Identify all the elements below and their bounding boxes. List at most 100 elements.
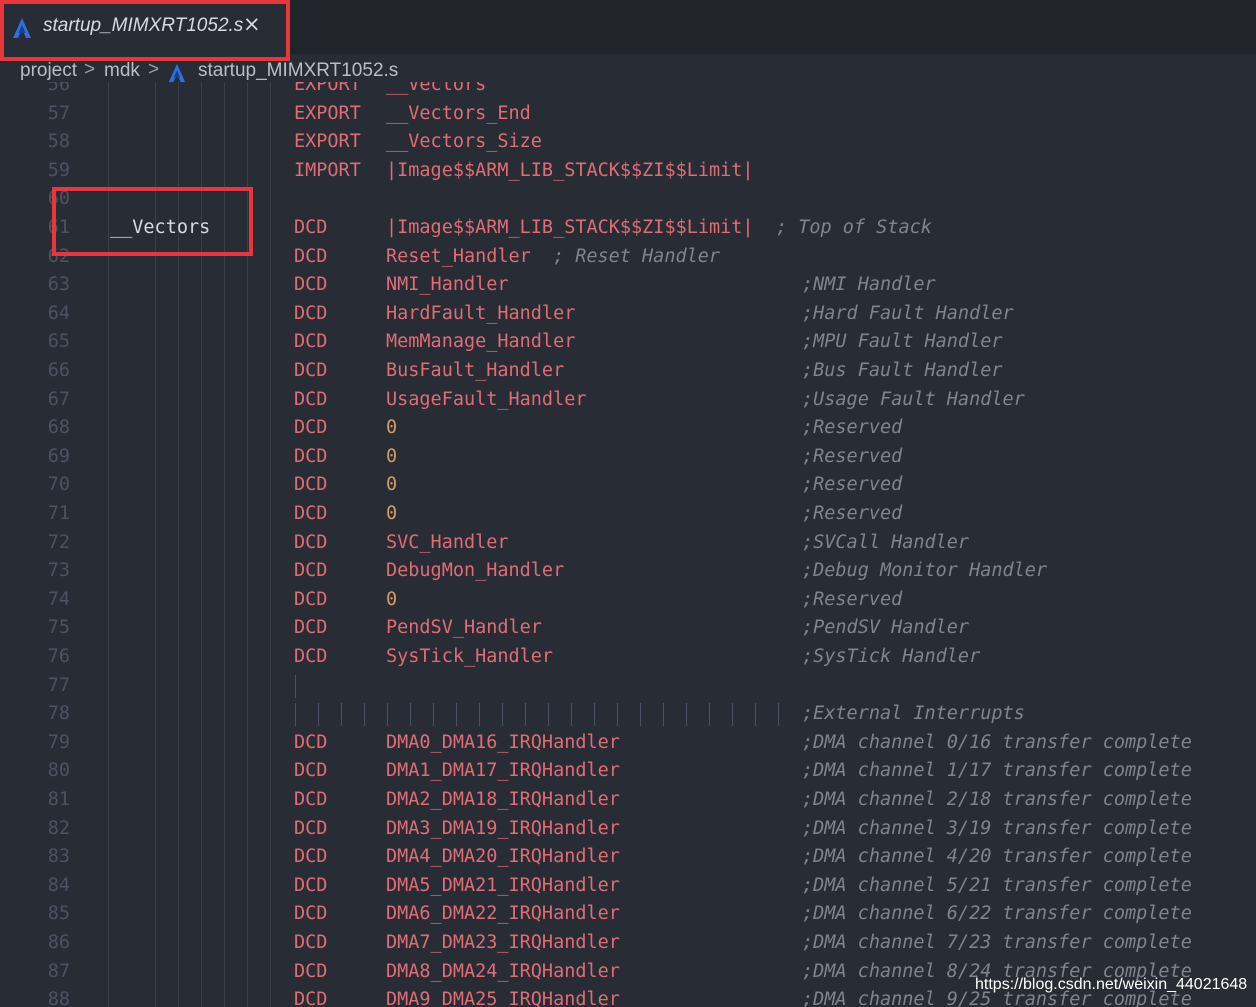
code-line[interactable]: 65 DCD MemManage_Handler ;MPU Fault Handler [0,328,1256,357]
code-comment: ;DMA channel 5/21 transfer complete [802,874,1192,896]
code-directive: IMPORT [294,159,361,181]
code-line[interactable]: 58 EXPORT __Vectors_Size [0,128,1256,157]
whitespace-marker [295,674,296,698]
code-line[interactable]: 70 DCD 0 ;Reserved [0,471,1256,500]
code-directive: DCD [294,731,328,753]
watermark: https://blog.csdn.net/weixin_44021648 [975,976,1248,993]
whitespace-marker [387,703,388,727]
code-line[interactable]: 66 DCD BusFault_Handler ;Bus Fault Handler [0,357,1256,386]
code-directive: EXPORT [294,82,361,95]
code-directive: DCD [294,960,328,982]
code-comment: ;Hard Fault Handler [802,302,1014,324]
line-number: 61 [47,217,70,238]
code-comment: ;DMA channel 6/22 transfer complete [802,903,1192,925]
code-line[interactable]: 85 DCD DMA6_DMA22_IRQHandler ;DMA channel 6… [0,900,1256,929]
code-operand: __Vectors_End [386,102,531,124]
code-line[interactable]: 62 DCD Reset_Handler ; Reset Handler [0,243,1256,272]
code-line[interactable]: 60 [0,185,1256,214]
code-line[interactable]: 77 [0,672,1256,701]
code-operand: DMA5_DMA21_IRQHandler [386,874,620,896]
code-operand: DMA8_DMA24_IRQHandler [386,960,620,982]
code-operand: DebugMon_Handler [386,560,565,582]
whitespace-marker [433,703,434,727]
code-directive: DCD [294,617,328,639]
code-editor[interactable]: 56 EXPORT __Vectors 57 EXPORT __Vectors_End 58… [0,82,1256,1007]
code-comment: ;Reserved [802,417,903,439]
code-line[interactable]: 74 DCD 0 ;Reserved [0,586,1256,615]
tab-startup-file[interactable]: startup_MIMXRT1052.s × [0,0,286,54]
code-line[interactable]: 84 DCD DMA5_DMA21_IRQHandler ;DMA channel 5… [0,872,1256,901]
code-directive: EXPORT [294,131,361,153]
code-comment: ;DMA channel 2/18 transfer complete [802,789,1192,810]
code-line[interactable]: 56 EXPORT __Vectors [0,82,1256,100]
code-comment: ;DMA channel 0/16 transfer complete [802,731,1192,753]
code-operand: MemManage_Handler [386,331,576,353]
code-line[interactable]: 64 DCD HardFault_Handler ;Hard Fault Handle… [0,300,1256,329]
line-number: 57 [47,102,70,124]
code-line[interactable]: 79 DCD DMA0_DMA16_IRQHandler ;DMA channel 0… [0,729,1256,758]
code-directive: DCD [294,903,328,925]
code-line[interactable]: 67 DCD UsageFault_Handler ;Usage Fault Hand… [0,386,1256,415]
code-directive: DCD [294,932,328,953]
code-line[interactable]: 71 DCD 0 ;Reserved [0,500,1256,529]
code-line[interactable]: 76 DCD SysTick_Handler ;SysTick Handler [0,643,1256,672]
code-line[interactable]: 59 IMPORT |Image$$ARM_LIB_STACK$$ZI$$Limit… [0,157,1256,186]
code-directive: DCD [294,274,328,296]
code-line[interactable]: 82 DCD DMA3_DMA19_IRQHandler ;DMA channel 3… [0,815,1256,844]
code-directive: EXPORT [294,102,361,124]
line-number: 84 [47,874,70,896]
code-line[interactable]: 57 EXPORT __Vectors_End [0,100,1256,129]
code-comment: ; Top of Stack [775,217,932,238]
code-line[interactable]: 86 DCD DMA7_DMA23_IRQHandler ;DMA channel 7… [0,929,1256,958]
whitespace-marker [364,703,365,727]
line-number: 80 [47,760,70,782]
line-number: 67 [47,388,70,410]
code-comment: ;Bus Fault Handler [802,360,1003,381]
code-line[interactable]: 68 DCD 0 ;Reserved [0,414,1256,443]
arm-keil-icon [13,18,31,38]
chevron-right-icon: > [84,59,96,80]
code-directive: DCD [294,646,328,667]
code-directive: DCD [294,503,328,524]
breadcrumb-item-project[interactable]: project [20,60,77,82]
whitespace-marker [525,703,526,727]
whitespace-marker [410,703,411,727]
code-line[interactable]: 69 DCD 0 ;Reserved [0,443,1256,472]
code-operand: DMA2_DMA18_IRQHandler [386,789,620,810]
code-directive: DCD [294,989,328,1007]
code-directive: DCD [294,874,328,896]
code-line[interactable]: 61 __Vectors DCD |Image$$ARM_LIB_STACK$$ZI$… [0,214,1256,243]
code-line[interactable]: 81 DCD DMA2_DMA18_IRQHandler ;DMA channel 2… [0,786,1256,815]
whitespace-marker [686,703,687,727]
code-line[interactable]: 83 DCD DMA4_DMA20_IRQHandler ;DMA channel 4… [0,843,1256,872]
breadcrumb-item-file[interactable]: startup_MIMXRT1052.s [198,60,398,82]
line-number: 85 [47,903,70,925]
code-operand: |Image$$ARM_LIB_STACK$$ZI$$Limit| [386,159,754,181]
line-number: 62 [47,245,70,267]
code-line[interactable]: 63 DCD NMI_Handler ;NMI Handler [0,271,1256,300]
line-number: 78 [47,703,70,725]
code-comment: ;Reserved [802,588,903,610]
whitespace-marker [571,703,572,727]
line-number: 75 [47,617,70,639]
code-operand: 0 [386,474,398,496]
code-line[interactable]: 75 DCD PendSV_Handler ;PendSV Handler [0,614,1256,643]
line-number: 88 [47,989,70,1007]
code-comment: ;MPU Fault Handler [802,331,1003,353]
code-line[interactable]: 80 DCD DMA1_DMA17_IRQHandler ;DMA channel 1… [0,757,1256,786]
code-operand: DMA4_DMA20_IRQHandler [386,846,620,868]
code-operand: SVC_Handler [386,531,509,553]
line-number: 72 [47,531,70,553]
whitespace-marker [594,703,595,727]
code-comment: ;Usage Fault Handler [802,388,1025,410]
line-number: 79 [47,731,70,753]
code-line[interactable]: 78 ;External Interrupts [0,700,1256,729]
whitespace-marker [548,703,549,727]
code-line[interactable]: 73 DCD DebugMon_Handler ;Debug Monitor Hand… [0,557,1256,586]
code-operand: UsageFault_Handler [386,388,587,410]
code-line[interactable]: 72 DCD SVC_Handler ;SVCall Handler [0,529,1256,558]
close-icon[interactable]: × [243,12,261,36]
line-number: 81 [47,789,70,810]
breadcrumb-item-mdk[interactable]: mdk [104,60,140,82]
whitespace-marker [295,703,296,727]
